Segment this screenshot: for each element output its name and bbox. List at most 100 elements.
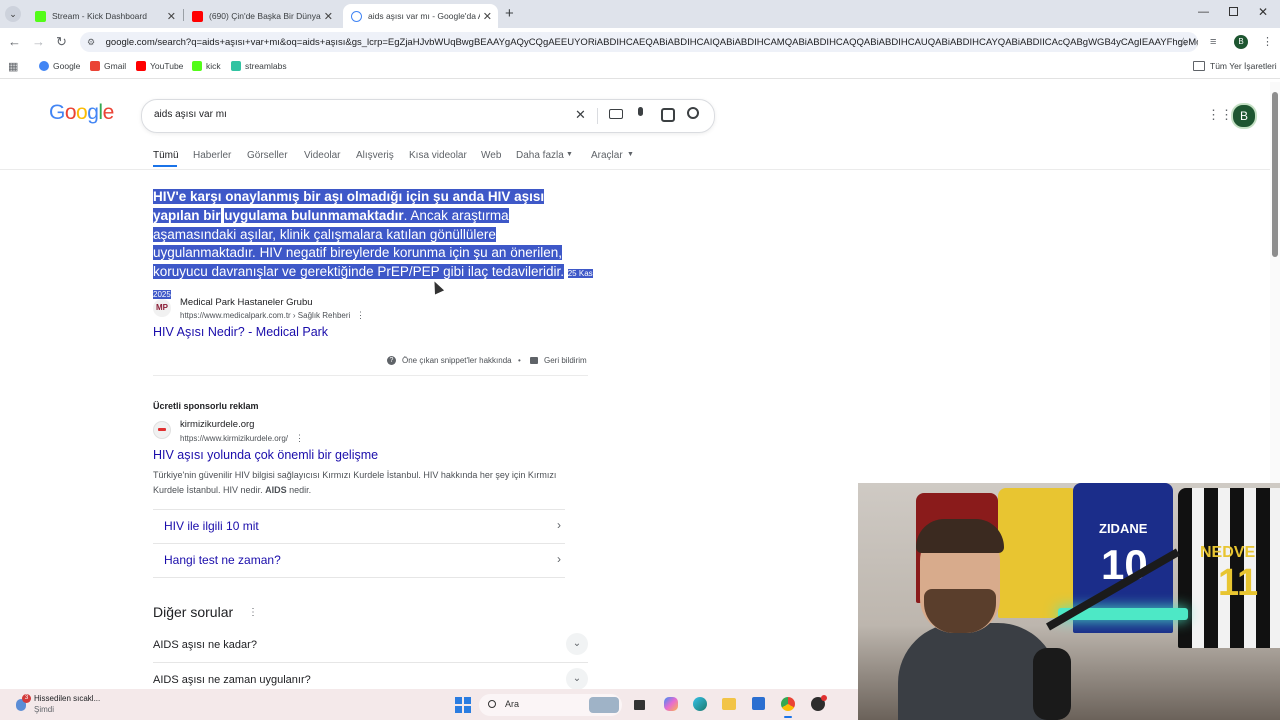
- webcam-overlay: ZIDANE 10 NEDVE 11: [858, 483, 1280, 720]
- chrome-icon[interactable]: [781, 697, 795, 711]
- bookmark-gmail[interactable]: Gmail: [90, 61, 126, 71]
- related-menu-icon[interactable]: ⋮: [248, 607, 258, 618]
- ad-menu-icon[interactable]: ⋮: [295, 433, 304, 444]
- url-text: google.com/search?q=aids+aşısı+var+mı&oq…: [105, 37, 1198, 48]
- tab-kick-dashboard[interactable]: Stream - Kick Dashboard ✕: [27, 4, 182, 28]
- tab-title: aids aşısı var mı - Google'da Ar: [368, 11, 480, 21]
- new-tab-button[interactable]: +: [505, 5, 514, 22]
- lens-icon[interactable]: [661, 108, 675, 122]
- menu-dots-icon[interactable]: ⋮: [1262, 35, 1273, 49]
- notification-dot: [821, 695, 827, 701]
- tab-google-search[interactable]: aids aşısı var mı - Google'da Ar ✕: [343, 4, 498, 28]
- close-window-icon[interactable]: ✕: [1258, 5, 1268, 19]
- address-bar[interactable]: ⚙ google.com/search?q=aids+aşısı+var+mı&…: [80, 32, 1198, 52]
- feedback-icon: [530, 357, 538, 364]
- feedback-button[interactable]: Geri bildirim: [530, 356, 587, 365]
- back-icon[interactable]: ←: [8, 35, 21, 49]
- apps-grid-icon[interactable]: ▦: [8, 60, 18, 73]
- featured-snippet-text[interactable]: HIV'e karşı onaylanmış bir aşı olmadığı …: [153, 188, 593, 305]
- restore-icon[interactable]: [1229, 7, 1238, 16]
- search-icon[interactable]: [687, 107, 699, 119]
- edge-icon[interactable]: [693, 697, 707, 711]
- ad-description: Türkiye'nin güvenilir HIV bilgisi sağlay…: [153, 470, 557, 495]
- all-bookmarks[interactable]: Tüm Yer İşaretleri: [1193, 61, 1277, 71]
- source-name[interactable]: Medical Park Hastaneler Grubu: [180, 297, 313, 308]
- google-apps-icon[interactable]: ⋮⋮: [1207, 107, 1233, 123]
- scrollbar-thumb[interactable]: [1272, 92, 1278, 257]
- site-info-icon[interactable]: ⚙: [87, 32, 99, 52]
- bookmark-kick[interactable]: kick: [192, 61, 221, 71]
- profile-avatar[interactable]: B: [1234, 35, 1248, 49]
- active-tab-indicator: [153, 165, 177, 167]
- chevron-right-icon: ›: [557, 518, 561, 532]
- ad-site-name[interactable]: kirmizikurdele.org: [180, 419, 254, 430]
- gmail-icon: [90, 61, 100, 71]
- source-menu-icon[interactable]: ⋮: [356, 310, 365, 321]
- search-highlight-image: [589, 697, 619, 713]
- streamer-head: [916, 519, 1004, 633]
- weather-badge: 3: [22, 694, 31, 703]
- media-icon[interactable]: ≡: [1210, 35, 1216, 49]
- weather-widget[interactable]: 3 Hissedilen sıcakl... Şimdi: [12, 693, 132, 717]
- tab-close-icon[interactable]: ✕: [167, 10, 176, 23]
- bookmark-streamlabs[interactable]: streamlabs: [231, 61, 287, 71]
- tab-videos[interactable]: Videolar: [304, 150, 341, 161]
- microphone: [1033, 648, 1071, 720]
- start-button[interactable]: [455, 697, 471, 713]
- chevron-right-icon: ›: [557, 552, 561, 566]
- tab-title: Stream - Kick Dashboard: [52, 11, 147, 21]
- red-ribbon-icon: [158, 428, 166, 431]
- chevron-down-icon[interactable]: ⌄: [566, 668, 588, 690]
- ad-site-logo[interactable]: [153, 421, 171, 439]
- source-logo[interactable]: MP: [153, 299, 171, 317]
- ad-title[interactable]: HIV aşısı yolunda çok önemli bir gelişme: [153, 448, 378, 462]
- clear-icon[interactable]: ✕: [575, 107, 586, 123]
- search-box[interactable]: aids aşısı var mı ✕: [141, 99, 715, 133]
- tab-search-button[interactable]: ⌄: [5, 6, 21, 22]
- active-app-indicator: [784, 716, 792, 718]
- jersey-striped: NEDVE 11: [1178, 488, 1280, 648]
- tab-web[interactable]: Web: [481, 150, 501, 161]
- folder-icon: [1193, 61, 1205, 71]
- tab-tools[interactable]: Araçlar: [591, 150, 623, 161]
- ad-sitelink[interactable]: HIV ile ilgili 10 mit ›: [153, 509, 565, 543]
- tab-youtube[interactable]: (690) Çin'de Başka Bir Dünyada ✕: [184, 4, 339, 28]
- related-question[interactable]: AIDS aşısı ne kadar? ⌄: [153, 627, 588, 663]
- copilot-icon[interactable]: [664, 697, 678, 711]
- tab-short-videos[interactable]: Kısa videolar: [409, 150, 467, 161]
- reload-icon[interactable]: ↻: [56, 35, 67, 49]
- task-view-icon[interactable]: [634, 700, 645, 710]
- store-icon[interactable]: [752, 697, 765, 710]
- search-input[interactable]: aids aşısı var mı: [154, 109, 227, 120]
- bookmark-star-icon[interactable]: ☆: [1178, 35, 1189, 49]
- youtube-favicon-icon: [192, 10, 203, 22]
- ad-sitelink[interactable]: Hangi test ne zaman? ›: [153, 543, 565, 578]
- tab-strip: ⌄ Stream - Kick Dashboard ✕ (690) Çin'de…: [0, 0, 1280, 28]
- file-explorer-icon[interactable]: [722, 698, 736, 710]
- chevron-down-icon[interactable]: ⌄: [566, 633, 588, 655]
- taskbar-search[interactable]: Ara: [479, 694, 622, 716]
- jersey-yellow: [998, 488, 1078, 618]
- bookmark-google[interactable]: Google: [39, 61, 80, 71]
- bookmark-youtube[interactable]: YouTube: [136, 61, 183, 71]
- keyboard-icon[interactable]: [609, 109, 623, 119]
- account-avatar[interactable]: B: [1231, 103, 1257, 129]
- tab-shopping[interactable]: Alışveriş: [356, 150, 394, 161]
- forward-icon[interactable]: →: [32, 35, 45, 49]
- tab-images[interactable]: Görseller: [247, 150, 288, 161]
- tab-news[interactable]: Haberler: [193, 150, 231, 161]
- google-icon: [39, 61, 49, 71]
- featured-result-title[interactable]: HIV Aşısı Nedir? - Medical Park: [153, 325, 328, 339]
- sponsored-label: Ücretli sponsorlu reklam: [153, 401, 259, 411]
- tab-close-icon[interactable]: ✕: [483, 10, 492, 23]
- tab-more[interactable]: Daha fazla: [516, 150, 564, 161]
- google-logo[interactable]: Google: [49, 101, 114, 125]
- bookmarks-bar: ▦ Google Gmail YouTube kick streamlabs T…: [0, 56, 1280, 79]
- snippet-about[interactable]: ? Öne çıkan snippet'ler hakkında: [387, 356, 512, 365]
- related-questions-title: Diğer sorular: [153, 604, 234, 620]
- microphone-icon[interactable]: [638, 107, 643, 116]
- ad-url: https://www.kirmizikurdele.org/: [180, 434, 289, 443]
- tab-all[interactable]: Tümü: [153, 150, 179, 161]
- tab-close-icon[interactable]: ✕: [324, 10, 333, 23]
- minimize-icon[interactable]: —: [1198, 6, 1209, 18]
